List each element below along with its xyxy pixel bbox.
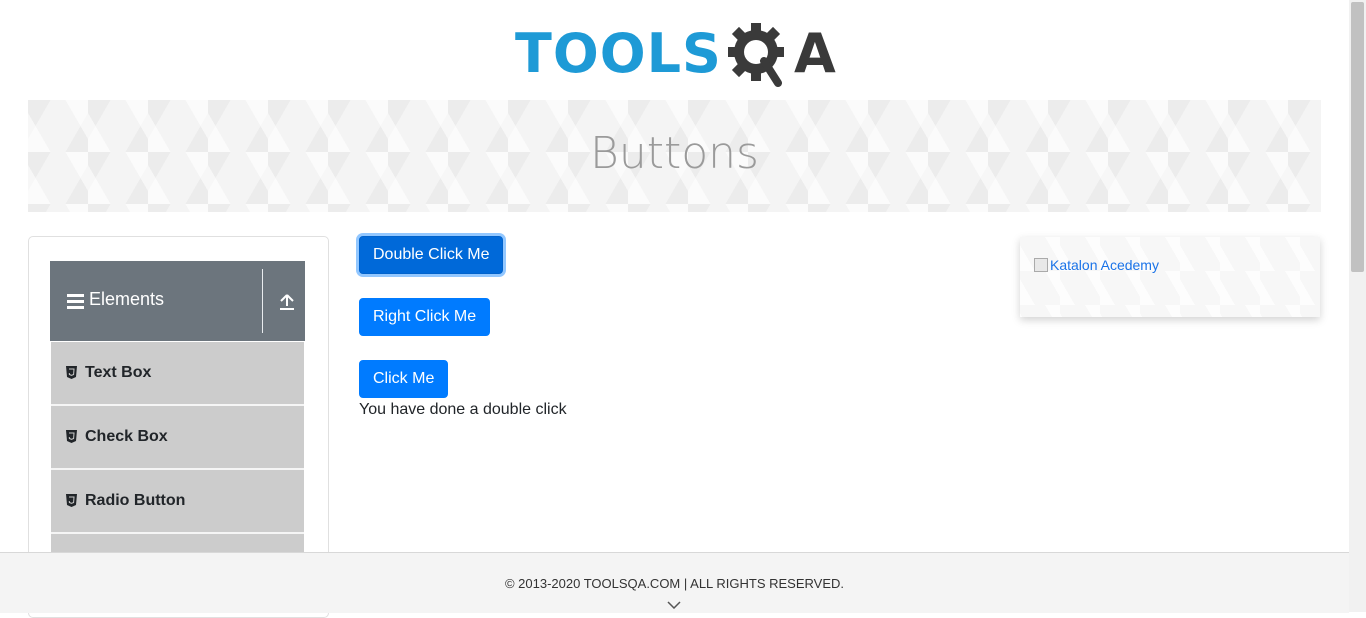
html5-icon <box>66 366 77 379</box>
broken-image-icon <box>1034 258 1048 272</box>
ad-alt-text: Katalon Acedemy <box>1050 257 1159 273</box>
sidebar-group-title: Elements <box>89 289 165 309</box>
ad-banner[interactable]: Katalon Acedemy <box>1020 237 1320 317</box>
logo-text-tools: TOOLS <box>515 22 722 85</box>
sidebar-item-label: Text Box <box>85 364 152 381</box>
sidebar-item-label: Radio Button <box>85 492 186 509</box>
sidebar-item-check-box[interactable]: Check Box <box>51 406 304 470</box>
toolsqa-logo[interactable]: TOOLS A <box>515 16 840 92</box>
double-click-button[interactable]: Double Click Me <box>359 236 504 274</box>
sidebar-group-elements[interactable]: Elements <box>50 261 305 341</box>
sidebar-item-text-box[interactable]: Text Box <box>51 342 304 406</box>
logo-text-a: A <box>793 22 836 85</box>
footer-copyright: © 2013-2020 TOOLSQA.COM | ALL RIGHTS RES… <box>504 576 845 591</box>
sidebar-item-label: Check Box <box>85 428 168 445</box>
collapse-icon[interactable] <box>279 293 295 311</box>
sidebar-item-radio-button[interactable]: Radio Button <box>51 470 304 534</box>
scrollbar-thumb[interactable] <box>1351 2 1364 272</box>
page-banner: Buttons <box>28 100 1321 212</box>
double-click-message: You have done a double click <box>359 401 567 418</box>
right-click-button[interactable]: Right Click Me <box>359 298 491 336</box>
html5-icon <box>66 430 77 443</box>
html5-icon <box>66 494 77 507</box>
click-button[interactable]: Click Me <box>359 360 449 398</box>
menu-icon <box>67 294 84 309</box>
footer: © 2013-2020 TOOLSQA.COM | ALL RIGHTS RES… <box>0 552 1349 613</box>
gear-search-icon <box>726 19 792 89</box>
ad-link[interactable]: Katalon Acedemy <box>1034 257 1159 273</box>
divider <box>262 269 263 333</box>
chevron-down-icon[interactable] <box>667 601 681 609</box>
vertical-scrollbar[interactable] <box>1349 0 1366 612</box>
page-title: Buttons <box>590 128 759 179</box>
